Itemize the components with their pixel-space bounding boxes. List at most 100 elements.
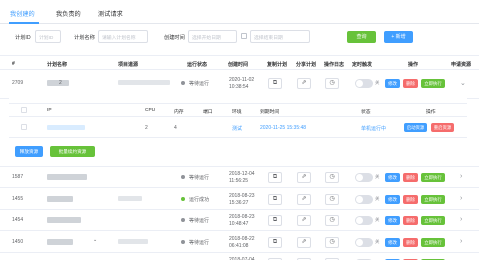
timer-toggle[interactable] <box>355 237 373 247</box>
project-source-text <box>118 195 142 201</box>
chevron-right-icon[interactable]: › <box>460 238 462 245</box>
toggle-off-label: 关 <box>375 173 380 179</box>
edit-button[interactable]: 修改 <box>385 78 400 88</box>
panel-header-divider <box>9 116 467 117</box>
run-now-button[interactable]: 立即执行 <box>421 78 445 88</box>
chevron-right-icon[interactable]: › <box>460 173 462 180</box>
restart-resource-button[interactable]: 重启资源 <box>431 123 454 132</box>
plan-id-input[interactable]: 计划ID <box>35 30 61 43</box>
copy-icon[interactable]: ⧉ <box>268 77 282 89</box>
timer-toggle[interactable] <box>355 215 373 225</box>
create-date: 2018-08-23 <box>229 192 255 199</box>
plan-name-text <box>47 238 73 245</box>
plan-id-label: 计划ID <box>15 35 31 41</box>
header-top-divider <box>0 55 479 56</box>
create-time: 15:36:27 <box>229 199 249 206</box>
chevron-right-icon[interactable]: › <box>460 216 462 223</box>
end-date-input[interactable]: 选择结束日期 <box>250 30 310 43</box>
tab-bar: 我创建的 我负责的 测试请求 <box>0 0 479 24</box>
tab-created-by-me[interactable]: 我创建的 <box>10 9 35 18</box>
plan-name-suffix: 2 <box>59 80 62 86</box>
edit-button[interactable]: 修改 <box>385 194 400 204</box>
create-time: 06:41:08 <box>229 242 249 249</box>
chevron-down-icon[interactable]: ⌄ <box>460 79 466 87</box>
panel-col-port: 端口 <box>203 110 213 115</box>
release-resource-button[interactable]: 释放资源 <box>15 146 43 157</box>
status-dot-icon <box>181 196 185 201</box>
active-tab-indicator <box>9 22 39 24</box>
start-resource-button[interactable]: 启动资源 <box>404 123 427 132</box>
delete-button[interactable]: 删除 <box>403 215 418 225</box>
timer-toggle[interactable] <box>355 172 373 182</box>
clock-icon[interactable]: ◷ <box>325 236 339 248</box>
delete-button[interactable]: 删除 <box>403 237 418 247</box>
edit-button[interactable]: 修改 <box>385 215 400 225</box>
col-project-source: 项目道源 <box>118 62 139 68</box>
clock-icon[interactable]: ◷ <box>325 214 339 226</box>
edit-button[interactable]: 修改 <box>385 172 400 182</box>
batch-renew-button[interactable]: 批量续约资源 <box>50 146 95 157</box>
copy-icon[interactable]: ⧉ <box>268 214 282 226</box>
clock-icon[interactable]: ◷ <box>325 193 339 205</box>
chevron-right-icon[interactable]: › <box>460 195 462 202</box>
share-icon[interactable]: ⇗ <box>297 77 311 89</box>
add-button[interactable]: + 新增 <box>384 31 413 43</box>
row-id: 1450 <box>12 238 24 245</box>
col-index: # <box>12 61 15 67</box>
plan-name-input[interactable]: 请输入计划名称 <box>98 30 148 43</box>
run-now-button[interactable]: 立即执行 <box>421 237 445 247</box>
resource-row-checkbox[interactable] <box>21 124 27 130</box>
tab-responsible[interactable]: 我负责的 <box>56 9 81 18</box>
create-date: 2018-12-04 <box>229 170 255 177</box>
start-date-input[interactable]: 选择开始日期 <box>188 30 237 43</box>
delete-button[interactable]: 删除 <box>403 194 418 204</box>
share-icon[interactable]: ⇗ <box>297 214 311 226</box>
toggle-off-label: 关 <box>375 79 380 85</box>
plan-name-label: 计划名称 <box>74 35 95 41</box>
timer-toggle[interactable] <box>355 194 373 204</box>
copy-icon[interactable]: ⧉ <box>268 236 282 248</box>
run-now-button[interactable]: 立即执行 <box>421 172 445 182</box>
delete-button[interactable]: 删除 <box>403 78 418 88</box>
toggle-off-label: 关 <box>375 216 380 222</box>
create-date: 2018-07-04 <box>229 256 255 260</box>
run-status: 等待运行 <box>189 217 210 224</box>
tab-test-request[interactable]: 测试请求 <box>98 9 123 18</box>
clock-icon[interactable]: ◷ <box>325 171 339 183</box>
resource-env: 测试 <box>232 126 243 132</box>
panel-select-all-checkbox[interactable] <box>21 107 27 113</box>
share-icon[interactable]: ⇗ <box>297 236 311 248</box>
share-icon[interactable]: ⇗ <box>297 193 311 205</box>
calendar-icon[interactable] <box>241 33 247 39</box>
run-now-button[interactable]: 立即执行 <box>421 215 445 225</box>
panel-col-state: 状态 <box>361 110 371 115</box>
edit-button[interactable]: 修改 <box>385 237 400 247</box>
plan-name-text <box>47 79 69 86</box>
panel-col-cpu: CPU <box>145 108 156 113</box>
share-icon[interactable]: ⇗ <box>297 171 311 183</box>
create-date: 2020-11-02 <box>229 76 255 83</box>
dropdown-caret-icon: ⌄ <box>93 237 98 243</box>
create-date: 2018-08-22 <box>229 235 255 242</box>
run-status: 运行成功 <box>189 196 210 203</box>
delete-button[interactable]: 删除 <box>403 172 418 182</box>
query-button[interactable]: 查询 <box>347 31 376 43</box>
resource-state: 单机运行中 <box>361 126 387 132</box>
toggle-off-label: 关 <box>375 195 380 201</box>
plan-name-text <box>47 195 73 202</box>
project-source-text <box>118 238 148 244</box>
plan-name-text <box>47 216 81 223</box>
col-op-log: 操作日志 <box>324 62 345 68</box>
panel-col-expire: 到期时间 <box>260 110 280 115</box>
clock-icon[interactable]: ◷ <box>325 77 339 89</box>
copy-icon[interactable]: ⧉ <box>268 171 282 183</box>
copy-icon[interactable]: ⧉ <box>268 193 282 205</box>
create-date: 2018-08-23 <box>229 213 255 220</box>
row-id: 2709 <box>12 79 24 86</box>
timer-toggle[interactable] <box>355 78 373 88</box>
resource-ip-text <box>47 125 85 130</box>
col-apply-resource: 申请资源 <box>451 62 472 68</box>
run-now-button[interactable]: 立即执行 <box>421 194 445 204</box>
status-dot-icon <box>181 239 185 244</box>
toggle-off-label: 关 <box>375 238 380 244</box>
